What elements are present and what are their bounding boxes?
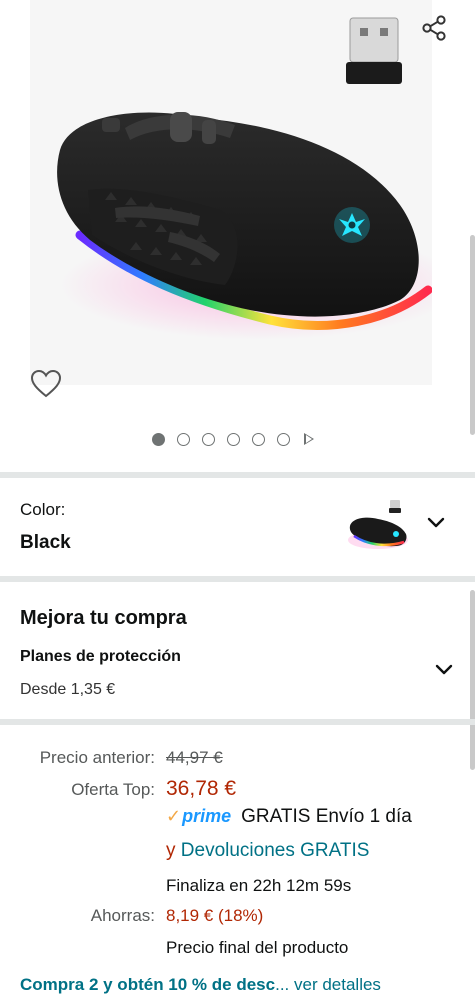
promotion-text: Compra 2 y obtén 10 % de desc	[20, 975, 276, 994]
share-button[interactable]	[414, 8, 454, 48]
offer-price: 36,78 €	[166, 777, 237, 800]
product-image[interactable]	[30, 0, 432, 385]
section-title: Mejora tu compra	[20, 607, 187, 629]
protection-price-from: Desde 1,35 €	[20, 681, 116, 698]
color-value: Black	[20, 532, 71, 553]
image-pagination[interactable]	[152, 432, 314, 446]
mouse-logo-glow	[334, 207, 370, 243]
pagination-dot[interactable]	[277, 432, 290, 446]
shipping-text: GRATIS Envío 1 día	[241, 806, 412, 827]
protection-plans-label: Planes de protección	[20, 648, 181, 665]
heart-outline-icon	[30, 369, 62, 398]
pagination-dot[interactable]	[252, 432, 265, 446]
final-price-note: Precio final del producto	[166, 938, 349, 957]
previous-price-label: Precio anterior:	[39, 748, 155, 767]
free-returns-link[interactable]: Devoluciones GRATIS	[181, 840, 370, 861]
add-to-wishlist-button[interactable]	[24, 362, 68, 406]
savings-label: Ahorras:	[90, 906, 155, 925]
previous-price: 44,97 €	[166, 748, 223, 767]
product-image-gallery[interactable]	[0, 0, 475, 470]
savings-value: 8,19 € (18%)	[166, 906, 264, 925]
mouse-illustration	[30, 0, 432, 385]
prime-check-icon: ✓	[166, 806, 182, 826]
see-details-link[interactable]: ... ver detalles	[275, 975, 381, 994]
color-thumbnail-image	[348, 500, 408, 549]
protection-plan-section[interactable]: Mejora tu compra Planes de protección De…	[0, 585, 475, 717]
video-play-icon[interactable]	[304, 433, 314, 445]
prime-logo: ✓ prime	[166, 806, 232, 826]
returns-prefix: y	[166, 840, 176, 861]
pagination-dot[interactable]	[227, 432, 240, 446]
price-section: Precio anterior: 44,97 € Oferta Top: 36,…	[0, 728, 475, 1008]
prime-shipping: ✓ prime GRATIS Envío 1 día	[166, 806, 412, 828]
pagination-dot[interactable]	[202, 432, 215, 446]
section-divider	[0, 719, 475, 725]
scrollbar-thumb[interactable]	[470, 235, 475, 435]
returns-row: y Devoluciones GRATIS	[166, 840, 369, 862]
pagination-dot[interactable]	[152, 432, 165, 446]
promotion-link[interactable]: Compra 2 y obtén 10 % de desc... ver det…	[20, 975, 460, 995]
usb-receiver-image	[346, 17, 402, 84]
pagination-dot[interactable]	[177, 432, 190, 446]
deal-countdown: Finaliza en 22h 12m 59s	[166, 876, 352, 895]
section-divider	[0, 472, 475, 478]
offer-label: Oferta Top:	[71, 780, 155, 799]
color-label: Color:	[20, 500, 66, 519]
share-icon	[422, 15, 446, 41]
section-divider	[0, 576, 475, 582]
color-thumbnail[interactable]	[344, 496, 410, 556]
color-selector[interactable]: Color: Black	[0, 480, 475, 576]
chevron-down-icon[interactable]	[426, 513, 446, 533]
chevron-down-icon[interactable]	[434, 660, 454, 680]
